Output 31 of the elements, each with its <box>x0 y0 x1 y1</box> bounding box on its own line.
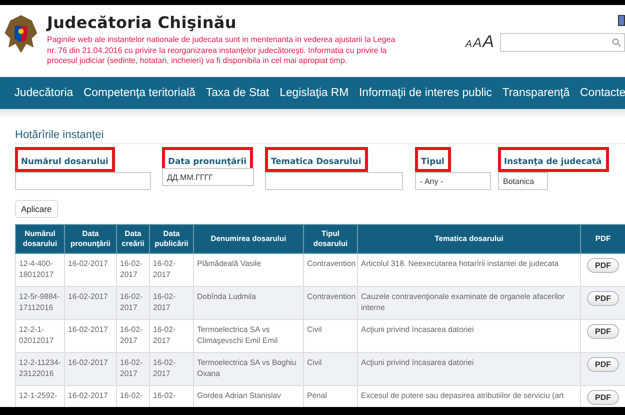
pdf-button[interactable]: PDF <box>587 258 619 273</box>
square-icon[interactable] <box>618 15 625 26</box>
font-size-button[interactable]: A <box>465 39 472 50</box>
site-title: Judecătoria Chişinău <box>47 13 238 32</box>
pdf-button[interactable]: PDF <box>587 291 619 306</box>
field-label: Tematica Dosarului <box>265 147 368 172</box>
page-heading: Hotărîrile instanţei <box>15 129 625 144</box>
input-field[interactable] <box>15 172 151 190</box>
search-field[interactable] <box>500 32 625 52</box>
font-size-button[interactable]: A <box>472 35 482 50</box>
maintenance-notice: Paginile web ale instantelor nationale de judecata sunt in mentenanta in vederea ajustarii la Legea nr. 76 din 21.04.2016 cu privire la reorganizarea instanţelor judecătoreşti. Informatia cu privire la procesul judiciar (sedinte, hotatari, incheieri) va fi disponibila in cel mai apropiat timp. <box>47 35 396 66</box>
nav-link[interactable]: Informaţii de interes public <box>354 87 498 99</box>
nav-link[interactable]: Transparenţă <box>497 87 575 99</box>
date-field[interactable]: ДД.ММ.ГГГГ <box>162 168 254 186</box>
font-size-button[interactable]: A <box>482 32 494 52</box>
select-field[interactable]: Botanica <box>498 172 548 190</box>
pdf-button[interactable]: PDF <box>587 357 619 372</box>
nav-link[interactable]: Competenţa teritorială <box>78 87 201 99</box>
field-label: Numărul dosarului <box>15 147 116 172</box>
pdf-button[interactable]: PDF <box>587 324 619 339</box>
field-label: Instanţa de judecată <box>498 147 609 172</box>
select-field[interactable]: - Any - <box>415 172 491 190</box>
field-label: Tipul <box>415 147 452 172</box>
input-field[interactable] <box>265 172 403 190</box>
apply-button[interactable]: Aplicare <box>15 200 58 218</box>
nav-link[interactable]: Taxa de Stat <box>200 87 274 99</box>
nav-link[interactable]: Contacte <box>574 87 625 99</box>
pdf-button[interactable]: PDF <box>587 390 619 405</box>
nav-link[interactable]: Judecătoria <box>9 87 78 99</box>
nav-link[interactable]: Legislaţia RM <box>274 87 354 99</box>
search-icon <box>612 38 621 46</box>
